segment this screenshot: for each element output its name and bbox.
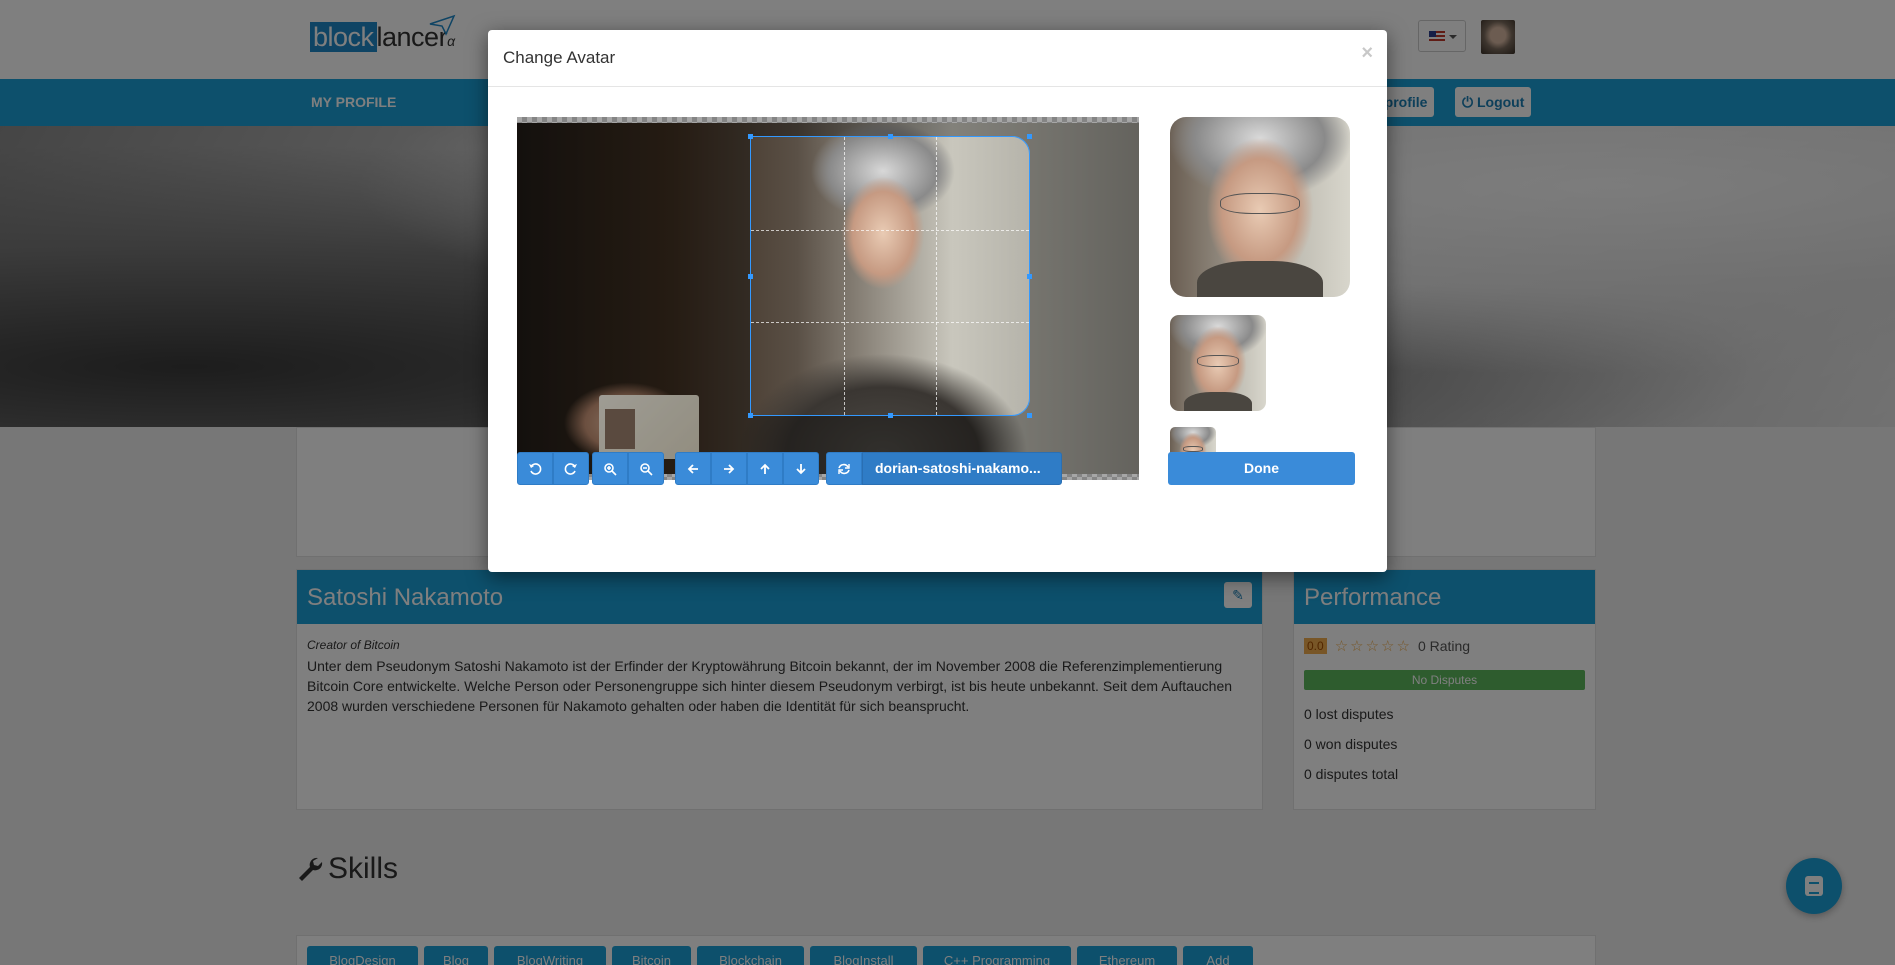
preview-detail (1196, 355, 1240, 367)
arrow-left-icon[interactable] (675, 452, 711, 485)
avatar-preview-medium (1170, 315, 1266, 411)
zoom-button-group (592, 452, 664, 485)
modal-header: Change Avatar × (488, 30, 1387, 87)
id-card-in-photo (599, 395, 699, 459)
crop-guide-line (843, 137, 845, 415)
crop-guide-line (936, 137, 938, 415)
crop-handle-n[interactable] (888, 134, 893, 139)
crop-handle-e[interactable] (1027, 274, 1032, 279)
image-cropper[interactable] (517, 117, 1139, 480)
crop-handle-s[interactable] (888, 413, 893, 418)
crop-guide-line (751, 322, 1029, 324)
rotate-left-icon[interactable] (517, 452, 553, 485)
crop-handle-sw[interactable] (748, 413, 753, 418)
crop-handle-nw[interactable] (748, 134, 753, 139)
avatar-preview-large (1170, 117, 1350, 297)
refresh-icon[interactable] (826, 452, 862, 485)
crop-selection-box[interactable] (748, 134, 1032, 418)
crop-handle-w[interactable] (748, 274, 753, 279)
arrow-right-icon[interactable] (711, 452, 747, 485)
crop-guide-line (751, 229, 1029, 231)
preview-detail (1182, 446, 1204, 452)
rotate-button-group (517, 452, 589, 485)
modal-title: Change Avatar (503, 48, 616, 67)
arrow-down-icon[interactable] (783, 452, 819, 485)
change-avatar-modal: Change Avatar × dorian-satoshi-nakamo...… (488, 30, 1387, 572)
preview-detail (1220, 192, 1300, 215)
zoom-out-icon[interactable] (628, 452, 664, 485)
done-button[interactable]: Done (1168, 452, 1355, 485)
zoom-in-icon[interactable] (592, 452, 628, 485)
crop-handle-se[interactable] (1027, 413, 1032, 418)
close-icon[interactable]: × (1361, 42, 1373, 65)
file-button-group: dorian-satoshi-nakamo... (826, 452, 1062, 485)
arrow-up-icon[interactable] (747, 452, 783, 485)
rotate-right-icon[interactable] (553, 452, 589, 485)
upload-file-button[interactable]: dorian-satoshi-nakamo... (862, 452, 1062, 485)
move-button-group (675, 452, 819, 485)
crop-handle-ne[interactable] (1027, 134, 1032, 139)
